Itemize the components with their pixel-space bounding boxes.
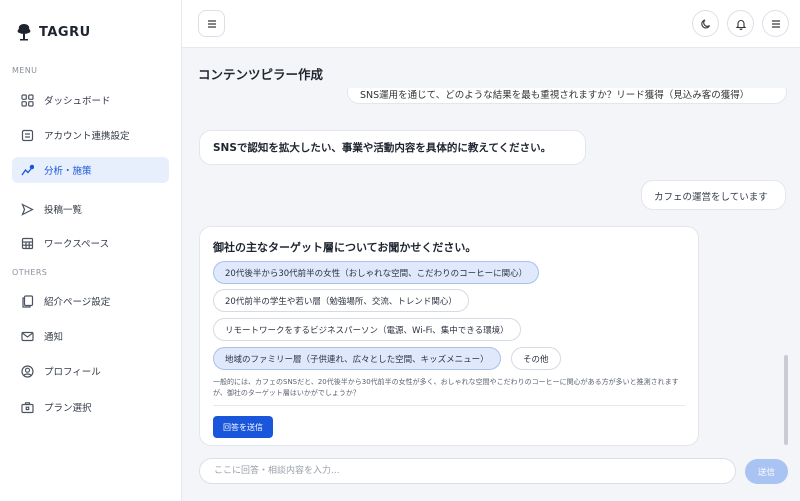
option-remote-workers[interactable]: リモートワークをするビジネスパーソン（電源、Wi-Fi、集中できる環境） — [213, 318, 521, 341]
brand[interactable]: TAGRU — [16, 23, 91, 41]
sidebar-item-label: 紹介ページ設定 — [44, 297, 111, 308]
chat-scrollbar[interactable] — [784, 355, 788, 445]
option-families[interactable]: 地域のファミリー層（子供連れ、広々とした空間、キッズメニュー） — [213, 347, 501, 370]
notifications-button[interactable] — [727, 10, 754, 37]
sidebar-item-label: ワークスペース — [44, 239, 110, 250]
hamburger-icon — [207, 19, 216, 28]
sidebar-item-plan[interactable]: プラン選択 — [12, 394, 169, 420]
tree-logo-icon — [17, 24, 31, 41]
sidebar-item-account-link[interactable]: アカウント連携設定 — [12, 122, 169, 148]
hamburger-icon — [771, 19, 780, 28]
card-title: 御社の主なターゲット層についてお聞かせください。 — [213, 241, 477, 254]
document-icon — [21, 129, 34, 142]
hamburger-menu-button[interactable] — [198, 10, 225, 37]
sidebar-item-label: 分析・施策 — [44, 166, 92, 177]
option-young-women[interactable]: 20代後半から30代前半の女性（おしゃれな空間、こだわりのコーヒーに関心） — [213, 261, 540, 284]
sidebar-item-notifications[interactable]: 通知 — [12, 323, 169, 349]
sidebar-item-analysis[interactable]: 分析・施策 — [12, 157, 169, 183]
moon-icon — [700, 18, 710, 28]
sidebar-item-intro-page[interactable]: 紹介ページ設定 — [12, 288, 169, 314]
sidebar-item-posts[interactable]: 投稿一覧 — [12, 196, 169, 222]
message-input[interactable] — [199, 458, 736, 484]
table-icon — [21, 237, 34, 250]
brand-name: TAGRU — [39, 24, 91, 40]
target-audience-card: 御社の主なターゲット層についてお聞かせください。 20代後半から30代前半の女性… — [199, 226, 699, 446]
pages-icon — [21, 294, 34, 308]
sidebar-item-label: 投稿一覧 — [44, 205, 83, 216]
dark-mode-button[interactable] — [692, 10, 719, 37]
card-divider — [213, 405, 685, 406]
others-section-label: OTHERS — [12, 268, 48, 277]
send-button[interactable]: 送信 — [745, 459, 788, 484]
question-message: SNSで認知を拡大したい、事業や活動内容を具体的に教えてください。 — [199, 130, 586, 165]
sidebar-item-label: プラン選択 — [44, 403, 92, 414]
sidebar: TAGRU MENU ダッシュボード アカウント連携設定 分析・施策 投稿一覧 … — [0, 0, 182, 501]
option-students[interactable]: 20代前半の学生や若い層（勉強場所、交流、トレンド関心） — [213, 289, 469, 312]
bell-icon — [735, 19, 746, 30]
user-answer-message: カフェの運営をしています — [641, 180, 786, 210]
chat-area[interactable]: SNS運用を通じて、どのような結果を最も重視されますか？リード獲得（見込み客の獲… — [182, 88, 800, 448]
send-icon — [21, 202, 34, 216]
sidebar-item-label: プロフィール — [44, 367, 101, 378]
grid-icon — [21, 93, 34, 107]
sidebar-item-profile[interactable]: プロフィール — [12, 358, 169, 384]
page-title: コンテンツピラー作成 — [198, 67, 324, 82]
previous-message: SNS運用を通じて、どのような結果を最も重視されますか？リード獲得（見込み客の獲… — [347, 88, 787, 104]
sidebar-item-dashboard[interactable]: ダッシュボード — [12, 87, 169, 113]
topbar — [182, 0, 800, 48]
options-menu-button[interactable] — [762, 10, 789, 37]
sidebar-item-workspace[interactable]: ワークスペース — [12, 230, 169, 256]
briefcase-icon — [21, 401, 34, 414]
option-other[interactable]: その他 — [511, 347, 561, 370]
sidebar-item-label: ダッシュボード — [44, 96, 111, 107]
menu-section-label: MENU — [12, 66, 38, 75]
card-note: 一般的には、カフェのSNSだと、20代後半から30代前半の女性が多く、おしゃれな… — [213, 378, 679, 397]
mail-icon — [21, 330, 34, 343]
sidebar-item-label: アカウント連携設定 — [44, 131, 130, 142]
trend-chart-icon — [21, 164, 34, 177]
user-circle-icon — [21, 364, 34, 378]
submit-answer-button[interactable]: 回答を送信 — [213, 416, 273, 438]
sidebar-item-label: 通知 — [44, 332, 64, 343]
